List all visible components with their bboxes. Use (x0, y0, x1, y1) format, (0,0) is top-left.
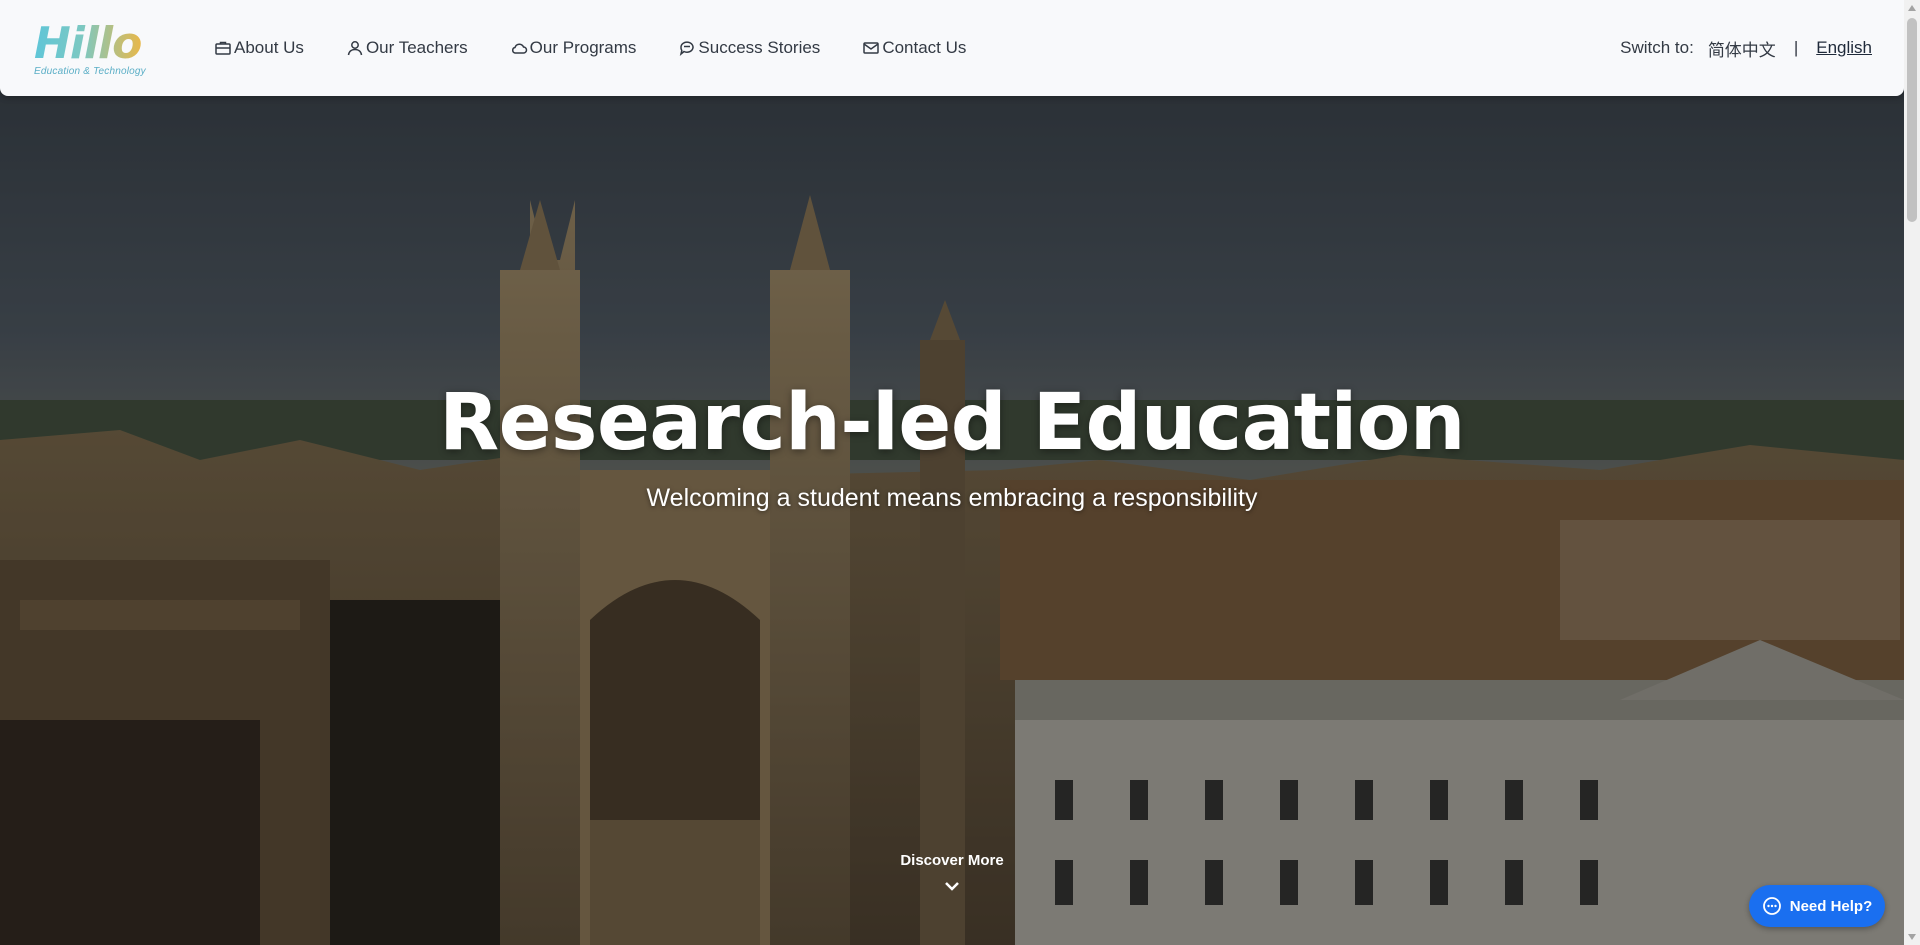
scroll-down-arrow-icon[interactable] (1904, 929, 1920, 945)
briefcase-icon (215, 41, 231, 55)
envelope-icon (863, 42, 880, 54)
hero-dim-overlay (0, 0, 1904, 945)
hero-background (0, 0, 1904, 945)
language-prompt: Switch to: (1620, 38, 1694, 57)
nav-success-stories[interactable]: Success Stories (678, 38, 820, 58)
page-scrollbar[interactable] (1904, 0, 1920, 945)
chat-bubble-icon (680, 41, 695, 56)
language-switcher: Switch to: 简体中文 | English (1620, 36, 1872, 61)
hero-title: Research-led Education (439, 378, 1465, 468)
top-navbar: Hillo Education & Technology About Us Ou… (0, 0, 1904, 96)
brand-logo[interactable]: Hillo Education & Technology (32, 16, 178, 80)
nav-our-teachers-label: Our Teachers (365, 38, 468, 57)
nav-about-us-label: About Us (234, 38, 304, 57)
logo-wordmark: Hillo (34, 18, 142, 69)
need-help-label: Need Help? (1789, 897, 1873, 915)
main-nav: About Us Our Teachers Our Programs Succe… (214, 38, 966, 58)
language-chinese-link[interactable]: 简体中文 (1708, 36, 1776, 61)
nav-our-teachers[interactable]: Our Teachers (346, 38, 468, 58)
user-icon (347, 41, 363, 56)
cloud-icon (511, 43, 527, 54)
language-english-link[interactable]: English (1816, 38, 1872, 58)
logo-tagline: Education & Technology (34, 66, 146, 77)
hero-subtitle: Welcoming a student means embracing a re… (646, 484, 1258, 512)
nav-contact-us[interactable]: Contact Us (862, 38, 966, 58)
nav-our-programs-label: Our Programs (529, 38, 637, 57)
discover-more-link[interactable]: Discover More (0, 852, 1904, 869)
nav-about-us[interactable]: About Us (214, 38, 304, 58)
nav-success-stories-label: Success Stories (698, 38, 821, 57)
chat-icon (1762, 897, 1781, 915)
page: Hillo Education & Technology About Us Ou… (0, 0, 1920, 945)
chevron-down-icon[interactable] (942, 876, 962, 896)
nav-our-programs[interactable]: Our Programs (510, 38, 637, 58)
nav-contact-us-label: Contact Us (882, 38, 967, 57)
scrollbar-thumb[interactable] (1907, 18, 1917, 222)
language-separator: | (1793, 38, 1799, 57)
scroll-up-arrow-icon[interactable] (1904, 0, 1920, 16)
need-help-button[interactable]: Need Help? (1749, 885, 1885, 927)
